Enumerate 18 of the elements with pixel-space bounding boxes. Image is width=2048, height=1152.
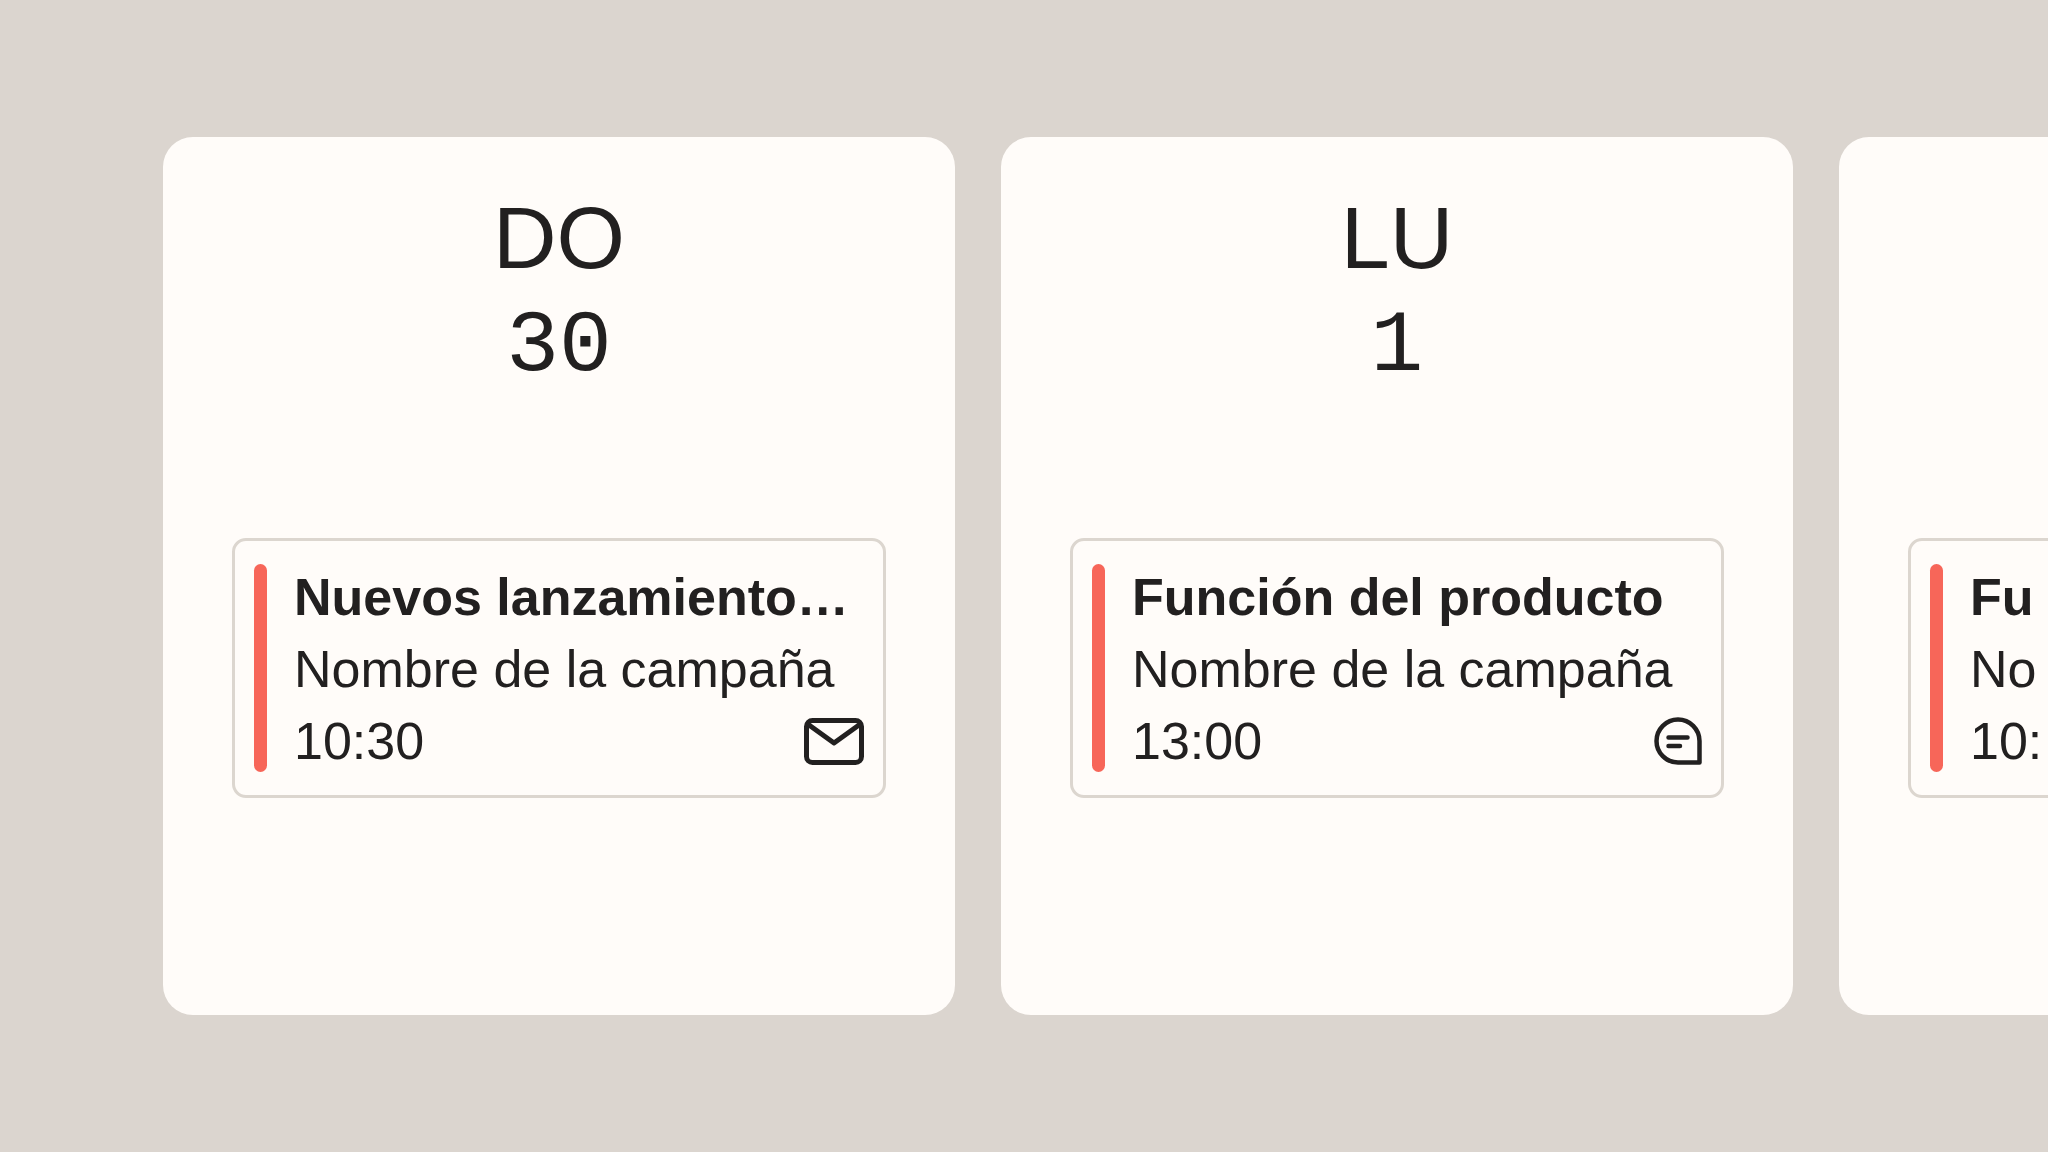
event-card[interactable]: Nuevos lanzamiento… Nombre de la campaña 10:30 <box>232 538 886 798</box>
mail-icon <box>804 717 864 765</box>
campaign-name: No <box>1970 639 2037 700</box>
event-title: Función del producto <box>1132 567 1664 628</box>
date-label: 30 <box>506 297 612 397</box>
event-card[interactable]: Fu No 10: <box>1908 538 2048 798</box>
weekday-label: LU <box>1340 188 1454 288</box>
date-label: 1 <box>1370 297 1424 397</box>
event-time: 13:00 <box>1132 711 1263 772</box>
campaign-name: Nombre de la campaña <box>294 639 835 700</box>
event-time: 10:30 <box>294 711 425 772</box>
event-time: 10: <box>1970 711 2043 772</box>
event-title: Nuevos lanzamiento… <box>294 567 849 628</box>
weekday-label: DO <box>493 188 625 288</box>
event-card[interactable]: Función del producto Nombre de la campaña 13:00 <box>1070 538 1724 798</box>
campaign-name: Nombre de la campaña <box>1132 639 1673 700</box>
event-title: Fu <box>1970 567 2034 628</box>
chat-bubble-icon <box>1654 716 1702 766</box>
